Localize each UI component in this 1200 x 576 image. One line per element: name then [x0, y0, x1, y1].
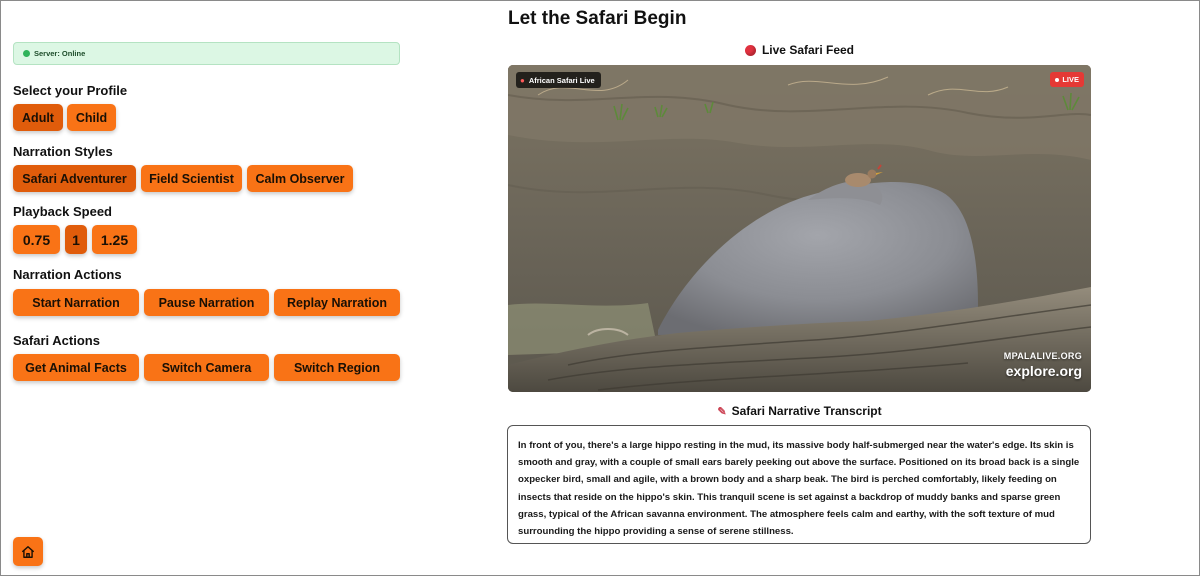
transcript-box: In front of you, there's a large hippo r…	[507, 425, 1091, 544]
profile-adult-button[interactable]: Adult	[13, 104, 63, 131]
home-button[interactable]	[13, 537, 43, 566]
transcript-label: ✎ Safari Narrative Transcript	[508, 404, 1091, 418]
camera-name-badge: ● African Safari Live	[516, 72, 601, 88]
get-animal-facts-button[interactable]: Get Animal Facts	[13, 354, 139, 381]
home-icon	[22, 545, 34, 558]
red-circle-icon	[744, 44, 756, 56]
live-feed-label: Live Safari Feed	[508, 43, 1091, 57]
transcript-text: In front of you, there's a large hippo r…	[518, 440, 1080, 538]
replay-narration-button[interactable]: Replay Narration	[274, 289, 400, 316]
start-narration-button[interactable]: Start Narration	[13, 289, 139, 316]
playback-speed-title: Playback Speed	[13, 204, 112, 219]
control-panel: Server: Online Select your Profile Adult…	[13, 1, 401, 576]
status-dot-icon	[23, 50, 30, 57]
style-calm-observer-button[interactable]: Calm Observer	[247, 165, 353, 192]
mpalalive-watermark: MPALALIVE.ORG	[1003, 351, 1082, 361]
explore-watermark: explore.org	[1005, 363, 1082, 379]
live-badge: LIVE	[1050, 72, 1084, 87]
speed-075-button[interactable]: 0.75	[13, 225, 60, 254]
narration-actions-title: Narration Actions	[13, 267, 122, 282]
pause-narration-button[interactable]: Pause Narration	[144, 289, 269, 316]
video-frame-hippo	[508, 65, 1091, 392]
transcript-label-text: Safari Narrative Transcript	[731, 404, 882, 418]
page-title: Let the Safari Begin	[508, 8, 687, 29]
style-field-scientist-button[interactable]: Field Scientist	[141, 165, 242, 192]
speed-1-button[interactable]: 1	[65, 225, 87, 254]
safari-actions-title: Safari Actions	[13, 333, 100, 348]
live-feed-label-text: Live Safari Feed	[761, 43, 855, 57]
server-status-text: Server: Online	[34, 49, 86, 58]
speed-125-button[interactable]: 1.25	[92, 225, 137, 254]
live-badge-text: LIVE	[1062, 75, 1079, 84]
live-dot-icon	[1055, 77, 1060, 82]
live-video-feed[interactable]: ● African Safari Live LIVE MPALALIVE.ORG…	[508, 65, 1091, 392]
narration-styles-title: Narration Styles	[13, 144, 113, 159]
camera-name-text: African Safari Live	[528, 75, 595, 85]
switch-camera-button[interactable]: Switch Camera	[144, 354, 269, 381]
style-safari-adventurer-button[interactable]: Safari Adventurer	[13, 165, 136, 192]
profile-section-title: Select your Profile	[13, 83, 128, 98]
memo-icon: ✎	[717, 405, 727, 418]
server-status-banner: Server: Online	[13, 42, 400, 65]
location-pin-icon: ●	[520, 75, 525, 85]
switch-region-button[interactable]: Switch Region	[274, 354, 400, 381]
profile-child-button[interactable]: Child	[67, 104, 116, 131]
